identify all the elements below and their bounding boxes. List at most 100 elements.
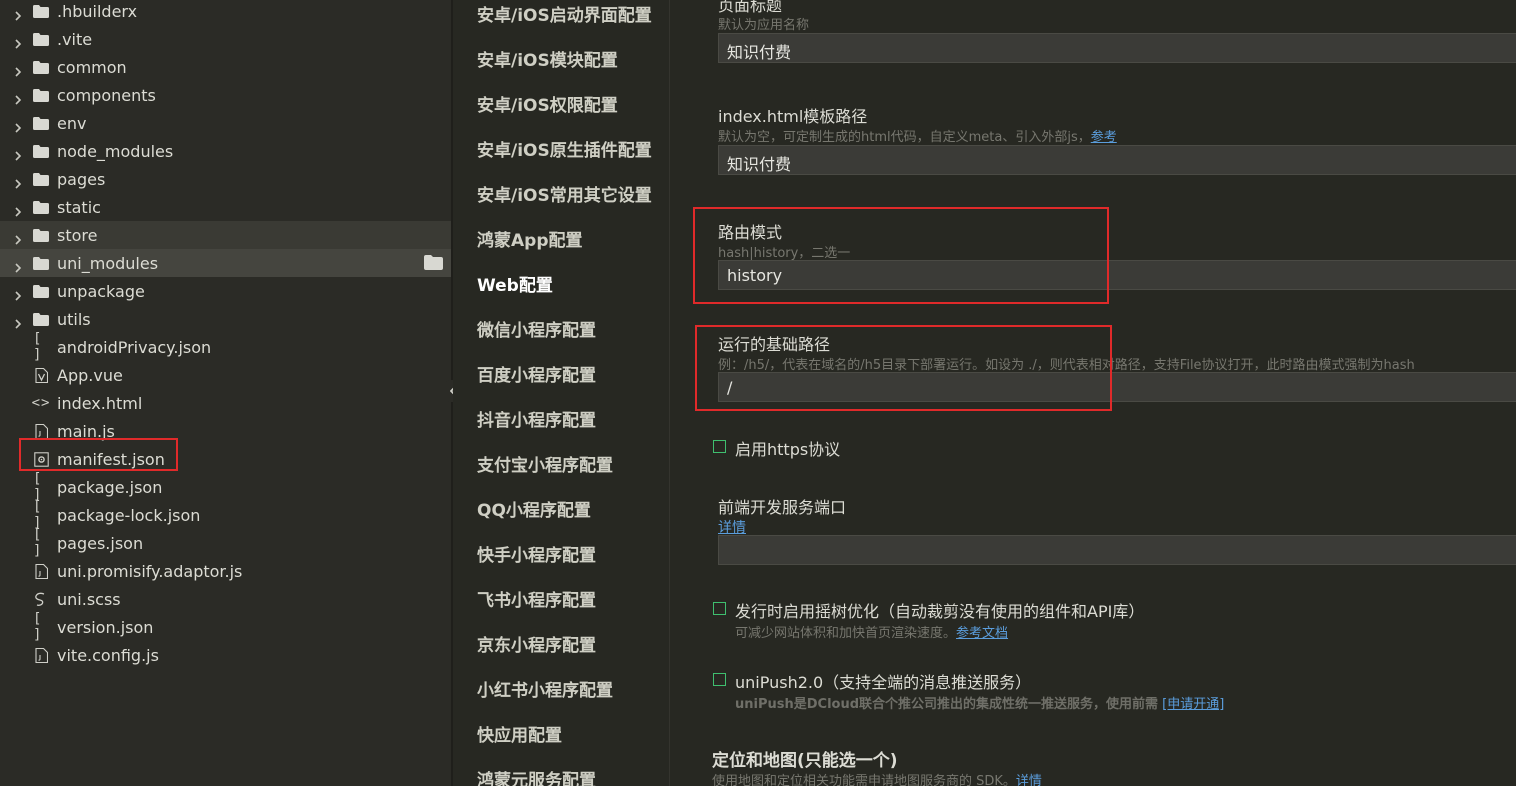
chevron-right-icon[interactable] <box>13 118 23 133</box>
folder-icon <box>33 283 49 299</box>
unipush-checkbox[interactable] <box>713 673 726 686</box>
nav-item[interactable]: QQ小程序配置 <box>477 496 591 521</box>
tree-item-label: index.html <box>57 393 143 413</box>
tree-item[interactable]: [ ] androidPrivacy.json <box>0 331 451 363</box>
dev-port-details-link[interactable]: 详情 <box>718 517 746 537</box>
json-file-icon: [ ] <box>33 471 43 503</box>
nav-item[interactable]: 快手小程序配置 <box>477 541 596 566</box>
tree-item[interactable]: uni_modules <box>0 249 451 277</box>
tree-item[interactable]: components <box>0 81 451 109</box>
chevron-right-icon[interactable] <box>13 286 23 301</box>
tree-item[interactable]: store <box>0 221 451 249</box>
tree-item[interactable]: .vite <box>0 25 451 53</box>
tree-item[interactable]: uni.promisify.adaptor.js <box>0 557 451 585</box>
nav-item[interactable]: 安卓/iOS模块配置 <box>477 46 618 71</box>
folder-icon <box>33 227 49 243</box>
tree-item[interactable]: .hbuilderx <box>0 0 451 25</box>
tree-item-label: package.json <box>57 477 163 497</box>
tree-item[interactable]: [ ] version.json <box>0 611 451 643</box>
tree-shaking-hint-text: 可减少网站体积和加快首页渲染速度。 <box>735 626 957 641</box>
tree-item[interactable]: static <box>0 193 451 221</box>
chevron-right-icon[interactable] <box>13 230 23 245</box>
nav-item[interactable]: Web配置 <box>477 271 553 296</box>
location-hint: 使用地图和定位相关功能需申请地图服务商的 SDK。详情 <box>712 770 1042 786</box>
tree-item[interactable]: uni.scss <box>0 585 451 613</box>
chevron-right-icon[interactable] <box>13 202 23 217</box>
chevron-right-icon[interactable] <box>13 174 23 189</box>
tree-item-label: App.vue <box>57 365 123 385</box>
tree-item[interactable]: [ ] pages.json <box>0 527 451 559</box>
template-path-input[interactable]: 知识付费 <box>718 145 1516 175</box>
nav-item[interactable]: 百度小程序配置 <box>477 361 596 386</box>
tree-item-label: store <box>57 225 98 245</box>
tree-item-label: common <box>57 57 127 77</box>
tree-item-label: env <box>57 113 87 133</box>
tree-item[interactable]: node_modules <box>0 137 451 165</box>
tree-item[interactable]: common <box>0 53 451 81</box>
unipush-hint-text: uniPush是DCloud联合个推公司推出的集成性统一推送服务，使用前需 <box>735 697 1159 712</box>
tree-item[interactable]: pages <box>0 165 451 193</box>
tree-item[interactable]: <> index.html <box>0 389 451 417</box>
tree-item[interactable]: env <box>0 109 451 137</box>
html-file-icon: <> <box>31 395 51 411</box>
chevron-right-icon[interactable] <box>13 34 23 49</box>
nav-item[interactable]: 安卓/iOS原生插件配置 <box>477 136 652 161</box>
tree-shaking-checkbox[interactable] <box>713 602 726 615</box>
unipush-apply-link[interactable]: [申请开通] <box>1162 697 1224 712</box>
nav-item[interactable]: 支付宝小程序配置 <box>477 451 613 476</box>
tree-item[interactable]: [ ] package-lock.json <box>0 499 451 531</box>
open-folder-icon[interactable] <box>424 255 443 270</box>
folder-icon <box>33 87 49 103</box>
json-file-icon: [ ] <box>33 611 43 643</box>
tree-item[interactable]: App.vue <box>0 361 451 389</box>
chevron-right-icon[interactable] <box>13 62 23 77</box>
nav-item[interactable]: 鸿蒙App配置 <box>477 226 583 251</box>
tree-item-label: version.json <box>57 617 154 637</box>
manifest-config-nav: 安卓/iOS启动界面配置 安卓/iOS模块配置 安卓/iOS权限配置安卓/iOS原生… <box>453 0 670 786</box>
nav-item[interactable]: 快应用配置 <box>477 721 562 746</box>
page-title-input[interactable]: 知识付费 <box>718 33 1516 63</box>
tree-item-label: pages.json <box>57 533 144 553</box>
json-file-icon: [ ] <box>33 331 43 363</box>
nav-item[interactable]: 抖音小程序配置 <box>477 406 596 431</box>
folder-icon <box>33 31 49 47</box>
nav-item[interactable]: 安卓/iOS启动界面配置 <box>477 1 652 26</box>
location-details-link[interactable]: 详情 <box>1016 774 1042 786</box>
nav-item[interactable]: 小红书小程序配置 <box>477 676 613 701</box>
nav-item[interactable]: 京东小程序配置 <box>477 631 596 656</box>
template-path-label: index.html模板路径 <box>718 107 868 126</box>
manifest-highlight-box <box>19 438 178 471</box>
js-file-icon <box>33 647 49 663</box>
chevron-right-icon[interactable] <box>13 258 23 273</box>
unipush-hint: uniPush是DCloud联合个推公司推出的集成性统一推送服务，使用前需 [申… <box>735 693 1224 712</box>
location-heading: 定位和地图(只能选一个) <box>712 751 898 771</box>
tree-item-label: uni_modules <box>57 253 159 273</box>
json-file-icon: [ ] <box>33 527 43 559</box>
json-file-icon: [ ] <box>33 499 43 531</box>
template-path-reference-link[interactable]: 参考 <box>1091 130 1117 145</box>
chevron-right-icon[interactable] <box>13 90 23 105</box>
nav-item[interactable]: 微信小程序配置 <box>477 316 596 341</box>
nav-item[interactable]: 安卓/iOS权限配置 <box>477 91 618 116</box>
folder-icon <box>33 3 49 19</box>
chevron-right-icon[interactable] <box>13 314 23 329</box>
https-checkbox[interactable] <box>713 440 726 453</box>
unipush-label: uniPush2.0（支持全端的消息推送服务） <box>735 673 1032 692</box>
tree-item-label: uni.scss <box>57 589 121 609</box>
tree-item-label: package-lock.json <box>57 505 201 525</box>
nav-item[interactable]: 鸿蒙元服务配置 <box>477 766 596 786</box>
tree-item-label: vite.config.js <box>57 645 159 665</box>
tree-item[interactable]: [ ] package.json <box>0 471 451 503</box>
tree-item-label: static <box>57 197 101 217</box>
chevron-right-icon[interactable] <box>13 6 23 21</box>
dev-port-input[interactable] <box>718 535 1516 565</box>
tree-shaking-docs-link[interactable]: 参考文档 <box>956 626 1008 641</box>
nav-item[interactable]: 安卓/iOS常用其它设置 <box>477 181 652 206</box>
chevron-right-icon[interactable] <box>13 146 23 161</box>
file-explorer: .hbuilderx .vite common components env node_m… <box>0 0 451 786</box>
nav-item[interactable]: 飞书小程序配置 <box>477 586 596 611</box>
tree-item-label: node_modules <box>57 141 174 161</box>
tree-item[interactable]: unpackage <box>0 277 451 305</box>
tree-item[interactable]: utils <box>0 305 451 333</box>
tree-item[interactable]: vite.config.js <box>0 641 451 669</box>
